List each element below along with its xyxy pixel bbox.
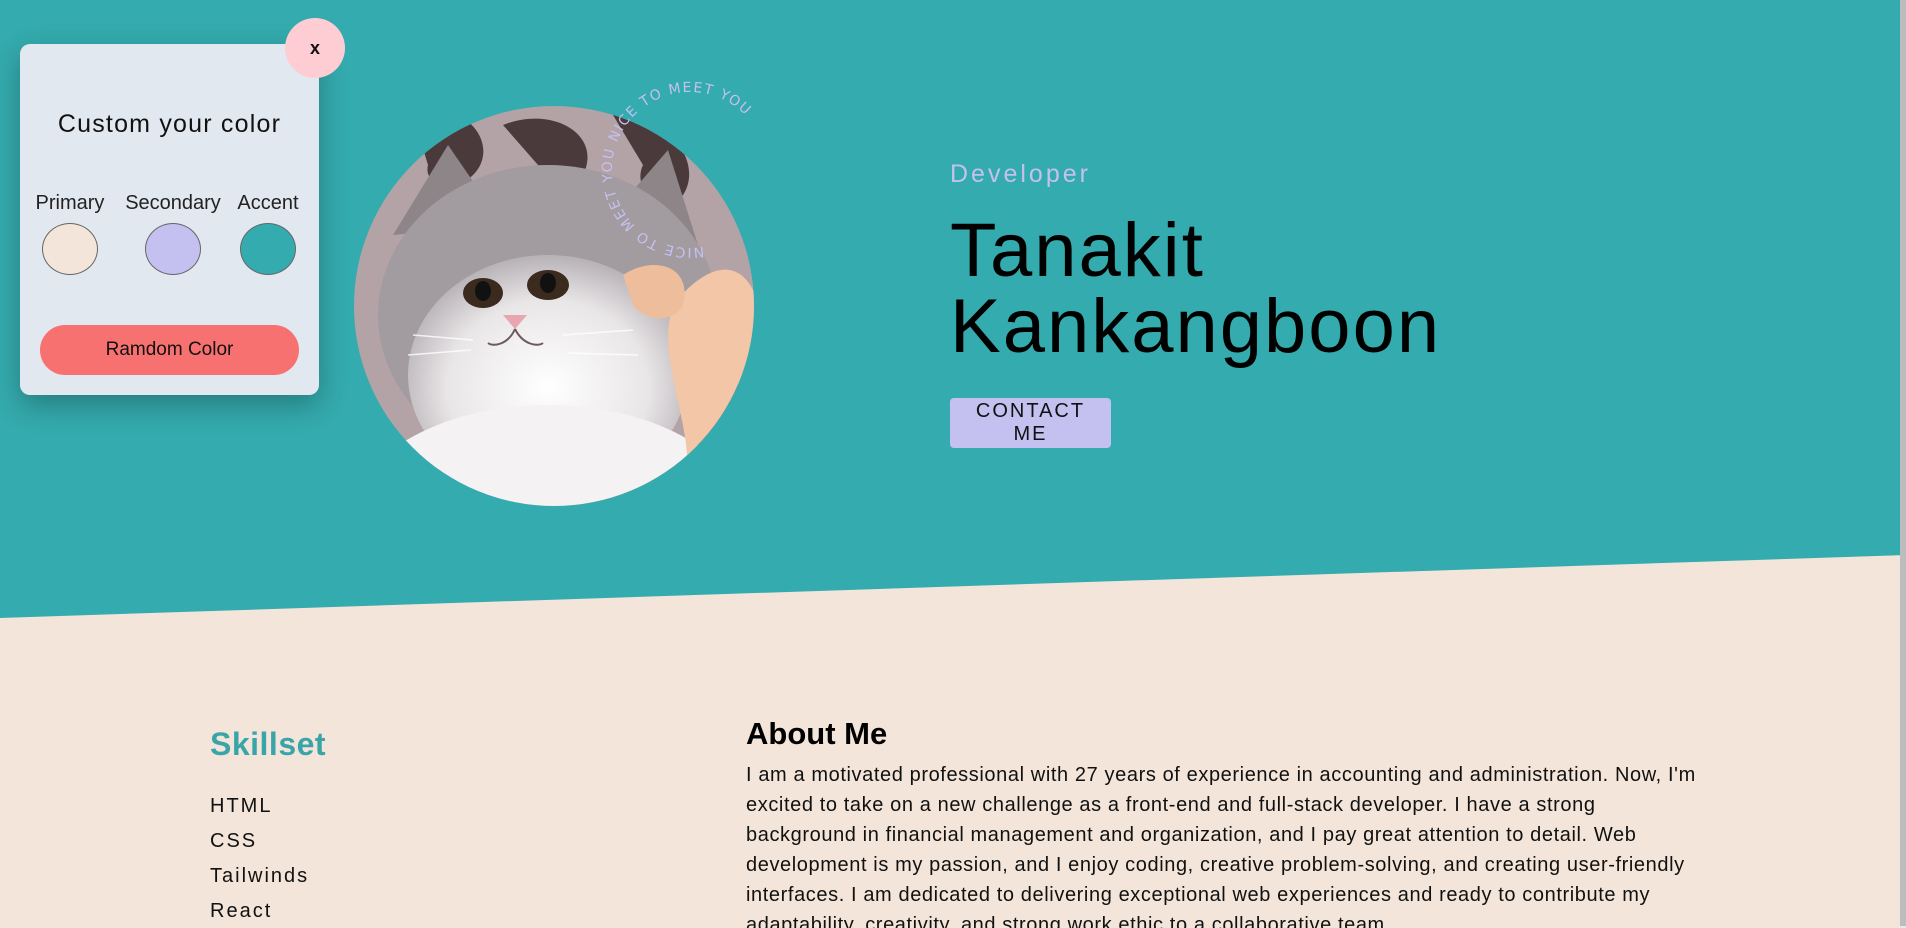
skill-item: Tailwinds [210,865,310,887]
contact-me-button[interactable]: CONTACT ME [950,398,1111,448]
secondary-label: Secondary [125,192,221,214]
circular-greeting-text: NICE TO MEET YOU NICE TO MEET YOU [586,68,780,274]
about-text: I am a motivated professional with 27 ye… [746,764,1696,928]
about-section: About Me I am a motivated professional w… [746,716,1696,928]
random-color-button[interactable]: Ramdom Color [40,325,299,375]
primary-color-picker[interactable] [42,223,98,275]
secondary-swatch-group: Secondary [125,192,221,275]
accent-color-picker[interactable] [240,223,296,275]
accent-label: Accent [237,192,299,214]
skills-list: HTML CSS Tailwinds React [210,789,326,928]
skill-item: React [210,900,273,922]
close-panel-button[interactable]: x [285,18,345,78]
secondary-color-picker[interactable] [145,223,201,275]
primary-label: Primary [35,192,105,214]
first-name: Tanakit [950,208,1205,293]
circular-text-path: NICE TO MEET YOU NICE TO MEET YOU [586,68,780,274]
about-title: About Me [746,716,888,751]
portfolio-page: NICE TO MEET YOU NICE TO MEET YOU Custom… [0,0,1906,928]
skillset-title: Skillset [210,726,327,762]
last-name: Kankangboon [950,284,1442,369]
scrollbar-thumb[interactable] [1900,0,1906,926]
hero-intro: Developer Tanakit Kankangboon CONTACT ME [950,160,1441,448]
color-customizer-panel: Custom your color Primary Secondary Acce… [20,44,319,395]
page-scrollbar[interactable] [1900,0,1906,928]
role-title: Developer [950,160,1091,188]
accent-swatch-group: Accent [220,192,316,275]
color-panel-title: Custom your color [57,110,282,138]
primary-swatch-group: Primary [22,192,118,275]
full-name: Tanakit Kankangboon [950,213,1441,365]
svg-text:NICE TO MEET YOU NICE TO MEET: NICE TO MEET YOU NICE TO MEET YOU [586,68,780,274]
skillset-section: Skillset HTML CSS Tailwinds React [210,726,326,928]
skill-item: CSS [210,830,258,852]
skill-item: HTML [210,795,273,817]
